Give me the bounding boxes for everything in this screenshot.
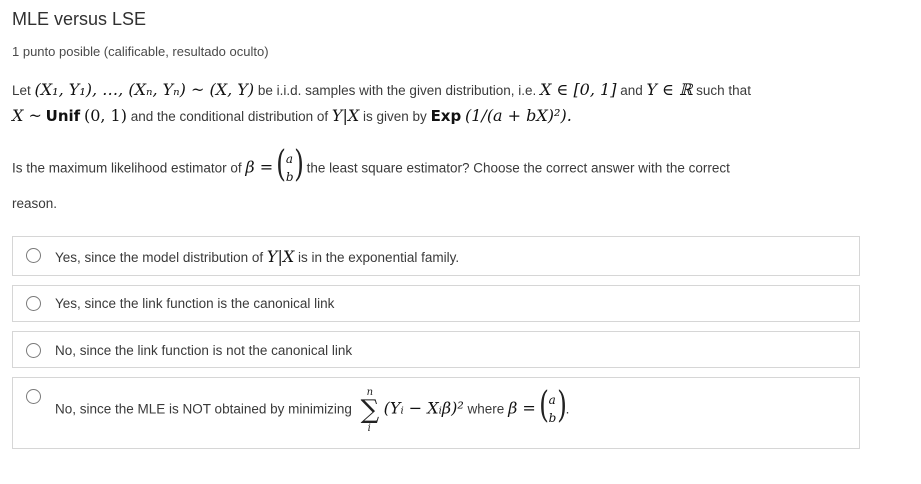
math-unif-args: (0, 1) (83, 106, 127, 125)
math-x-range: X ∈ [0, 1] (540, 80, 617, 99)
summation-symbol: n ∑ i (360, 387, 380, 434)
option-1-label: Yes, since the model distribution of Y|X… (55, 247, 459, 266)
text-conditional: and the conditional distribution of (130, 109, 329, 124)
radio-option-1[interactable] (26, 248, 41, 263)
option-4-vector-b: b (548, 411, 557, 425)
vector-b: b (285, 170, 294, 184)
option-4-label: No, since the MLE is NOT obtained by min… (55, 385, 569, 435)
problem-line-2: X ~ Unif (0, 1) and the conditional dist… (12, 106, 572, 125)
option-4-beta-vector: ( a b ) (538, 385, 567, 426)
sum-lower-index: i (367, 423, 371, 434)
math-beta: β = (245, 157, 274, 177)
question-text-post: the least square estimator? Choose the c… (306, 160, 730, 176)
option-4[interactable]: No, since the MLE is NOT obtained by min… (12, 377, 860, 449)
text-given-by: is given by (363, 109, 427, 124)
grading-info: 1 punto posible (calificable, resultado … (12, 44, 269, 59)
math-exp: Exp (430, 107, 462, 125)
option-4-where: where (467, 401, 505, 417)
text-and: and (620, 83, 643, 98)
option-1-text-post: is in the exponential family. (298, 250, 460, 265)
option-3-label: No, since the link function is not the c… (55, 343, 353, 358)
option-4-beta: β = (508, 398, 536, 418)
question-line-cont: reason. (12, 196, 58, 211)
option-4-text-pre: No, since the MLE is NOT obtained by min… (55, 401, 352, 417)
option-4-vector-a: a (548, 393, 556, 407)
beta-vector: ( a b ) (275, 144, 304, 185)
problem-line-1: Let (X₁, Y₁), …, (Xₙ, Yₙ) ~ (X, Y) be i.… (12, 80, 751, 99)
option-2-label: Yes, since the link function is the cano… (55, 296, 335, 311)
page-title: MLE versus LSE (12, 9, 147, 29)
option-3[interactable]: No, since the link function is not the c… (12, 331, 860, 368)
math-samples: (X₁, Y₁), …, (Xₙ, Yₙ) ~ (X, Y) (34, 80, 255, 99)
option-1-math: Y|X (266, 247, 295, 266)
question-line: Is the maximum likelihood estimator of β… (12, 144, 730, 188)
option-1-text-pre: Yes, since the model distribution of (55, 250, 264, 265)
option-2[interactable]: Yes, since the link function is the cano… (12, 285, 860, 322)
question-text-pre: Is the maximum likelihood estimator of (12, 160, 242, 176)
text-iid: be i.i.d. samples with the given distrib… (257, 83, 537, 98)
text-let: Let (12, 83, 31, 98)
radio-option-2[interactable] (26, 296, 41, 311)
radio-option-4[interactable] (26, 389, 41, 404)
vector-a: a (285, 152, 294, 166)
option-4-expression: (Yᵢ − Xᵢβ)² (383, 398, 464, 418)
math-unif: Unif (45, 107, 81, 125)
option-1[interactable]: Yes, since the model distribution of Y|X… (12, 236, 860, 276)
radio-option-3[interactable] (26, 343, 41, 358)
math-exp-args: (1/(a + bX)²). (465, 106, 572, 125)
math-x-dist: X ~ (12, 106, 42, 125)
math-y-range: Y ∈ ℝ (646, 80, 693, 99)
math-y-given-x: Y|X (331, 106, 360, 125)
text-such-that: such that (696, 83, 751, 98)
